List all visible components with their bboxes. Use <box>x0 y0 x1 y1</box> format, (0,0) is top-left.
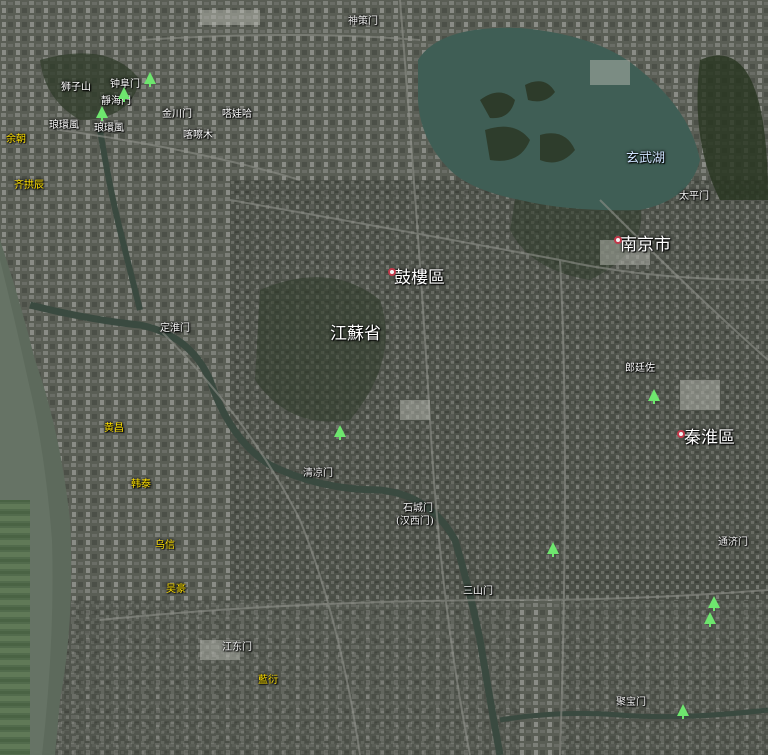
satellite-map[interactable]: 玄武湖 南京市 鼓樓區 江蘇省 秦淮區 神策门 狮子山 钟阜门 靜海門 琅環風 … <box>0 0 768 755</box>
place-label: 三山门 <box>463 586 493 597</box>
place-label: 神策门 <box>348 16 378 27</box>
tree-icon[interactable] <box>547 542 559 557</box>
place-label: 余朝 <box>6 134 26 145</box>
place-label: 郎廷佐 <box>625 363 655 374</box>
place-label: 齐拱辰 <box>14 180 44 191</box>
place-label: 黄昌 <box>104 423 124 434</box>
place-label: 嗒娃哈 <box>222 109 252 120</box>
location-dot-icon[interactable] <box>677 430 685 438</box>
tree-icon[interactable] <box>96 106 108 121</box>
tree-icon[interactable] <box>708 596 720 611</box>
location-dot-icon[interactable] <box>614 236 622 244</box>
tree-icon[interactable] <box>334 425 346 440</box>
place-label: 琅環風 <box>94 123 124 134</box>
place-label: 清凉门 <box>303 468 333 479</box>
tree-icon[interactable] <box>704 612 716 627</box>
place-label: 吴豪 <box>166 584 186 595</box>
place-label: 石城门 <box>403 503 433 514</box>
place-label: 定淮门 <box>160 323 190 334</box>
place-label: 金川门 <box>162 109 192 120</box>
tree-icon[interactable] <box>144 72 156 87</box>
location-dot-icon[interactable] <box>388 268 396 276</box>
place-label: 狮子山 <box>61 82 91 93</box>
tree-icon[interactable] <box>648 389 660 404</box>
tree-icon[interactable] <box>118 87 130 102</box>
place-label: 太平门 <box>679 191 709 202</box>
place-label: 琅環風 <box>49 120 79 131</box>
nanjing-city-label: 南京市 <box>620 235 671 255</box>
place-label: 喀嚓木 <box>183 130 213 141</box>
jiangsu-province-label: 江蘇省 <box>330 324 381 344</box>
place-label: (汉西门) <box>396 516 434 527</box>
satellite-imagery <box>0 0 768 755</box>
gulou-district-label: 鼓樓區 <box>394 268 445 288</box>
place-label: 江东门 <box>222 642 252 653</box>
place-label: 通济门 <box>718 537 748 548</box>
tree-icon[interactable] <box>677 704 689 719</box>
place-label: 乌信 <box>155 540 175 551</box>
place-label: 韩泰 <box>131 479 151 490</box>
xuanwu-lake-label: 玄武湖 <box>626 151 666 166</box>
place-label: 聚宝门 <box>616 697 646 708</box>
place-label: 藍衍 <box>258 675 278 686</box>
qinhuai-district-label: 秦淮區 <box>684 428 735 448</box>
